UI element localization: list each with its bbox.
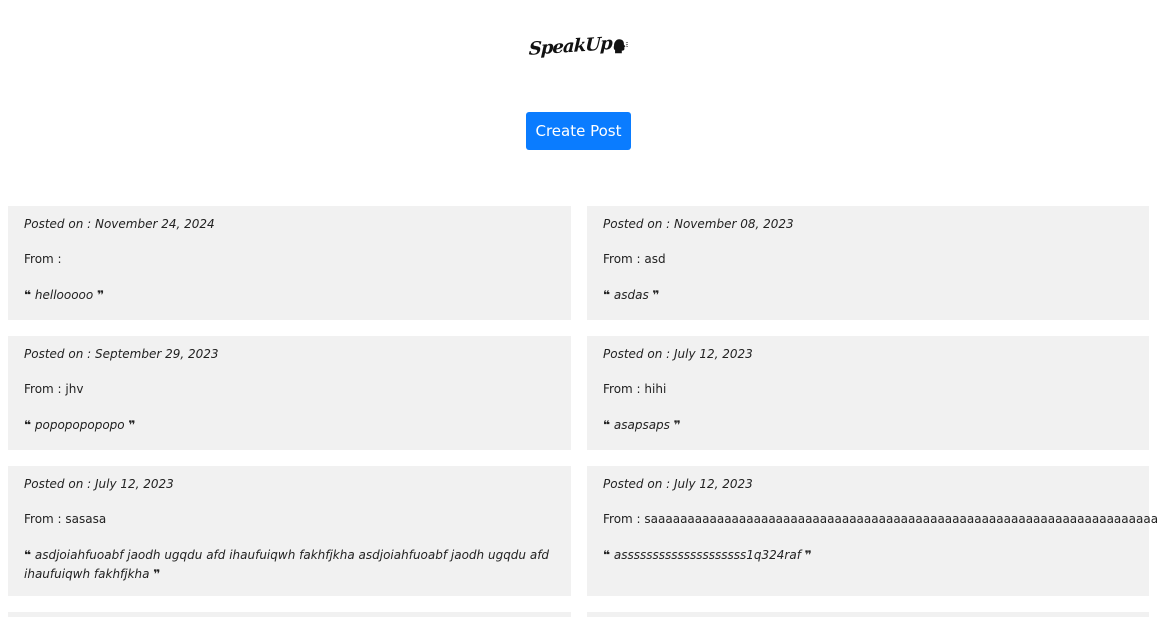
page-header: SpeakUp xyxy=(0,0,1159,100)
post-message-text: assssssssssssssssssss1q324raf xyxy=(613,548,801,562)
post-card: Posted on : September 29, 2023 From : jh… xyxy=(8,336,571,450)
post-date-value: July 12, 2023 xyxy=(94,477,174,491)
post-author-value: asd xyxy=(644,252,666,266)
post-message: ❝ popopopopopo ❞ xyxy=(24,416,555,435)
logo-wordmark: SpeakUp xyxy=(528,32,613,60)
open-quote-icon: ❝ xyxy=(24,418,32,432)
close-quote-icon: ❞ xyxy=(97,288,105,302)
post-author-value: hihi xyxy=(644,382,667,396)
post-author: From : jhv xyxy=(24,381,555,397)
from-label: From : xyxy=(603,512,645,526)
post-message: ❝ asdjoiahfuoabf jaodh ugqdu afd ihaufui… xyxy=(24,546,555,584)
open-quote-icon: ❝ xyxy=(603,288,611,302)
from-label: From : xyxy=(24,252,62,266)
post-author: From : saaaaaaaaaaaaaaaaaaaaaaaaaaaaaaaa… xyxy=(603,511,1158,527)
post-date: Posted on : November 24, 2024 xyxy=(24,216,555,232)
post-date-value: July 12, 2023 xyxy=(673,347,753,361)
close-quote-icon: ❞ xyxy=(128,418,136,432)
post-message-text: popopopopopo xyxy=(34,418,125,432)
post-date-value: November 24, 2024 xyxy=(94,217,215,231)
post-date: Posted on : July 12, 2023 xyxy=(603,476,1133,492)
post-card: Posted on : July 12, 2023 From : saaaaaa… xyxy=(587,466,1158,596)
posted-label: Posted on : xyxy=(24,217,95,231)
post-author: From : xyxy=(24,251,555,267)
close-quote-icon: ❞ xyxy=(804,548,812,562)
close-quote-icon: ❞ xyxy=(153,567,161,581)
speaking-head-icon xyxy=(614,39,629,54)
open-quote-icon: ❝ xyxy=(603,548,611,562)
post-card: Posted on : November 08, 2023 From : asd… xyxy=(587,206,1149,320)
from-label: From : xyxy=(603,382,645,396)
post-author-value: saaaaaaaaaaaaaaaaaaaaaaaaaaaaaaaaaaaaaaa… xyxy=(644,512,1159,526)
post-card: Posted on : July 12, 2023 From : hihi ❝ … xyxy=(587,336,1149,450)
post-message-text: asdas xyxy=(613,288,649,302)
close-quote-icon: ❞ xyxy=(652,288,660,302)
post-message: ❝ assssssssssssssssssss1q324raf ❞ xyxy=(603,546,1133,565)
post-author: From : hihi xyxy=(603,381,1133,397)
post-author: From : asd xyxy=(603,251,1133,267)
from-label: From : xyxy=(24,382,66,396)
post-author: From : sasasa xyxy=(24,511,555,527)
post-date: Posted on : September 29, 2023 xyxy=(24,346,555,362)
post-message-text: asapsaps xyxy=(613,418,670,432)
post-author-value: jhv xyxy=(65,382,84,396)
posted-label: Posted on : xyxy=(24,477,95,491)
post-card-partial xyxy=(8,612,571,617)
post-message-text: hellooooo xyxy=(34,288,94,302)
posted-label: Posted on : xyxy=(603,217,674,231)
posted-label: Posted on : xyxy=(603,477,674,491)
open-quote-icon: ❝ xyxy=(24,548,32,562)
post-date-value: July 12, 2023 xyxy=(673,477,753,491)
open-quote-icon: ❝ xyxy=(24,288,32,302)
open-quote-icon: ❝ xyxy=(603,418,611,432)
from-label: From : xyxy=(603,252,645,266)
post-date: Posted on : July 12, 2023 xyxy=(603,346,1133,362)
post-card: Posted on : November 24, 2024 From : ❝ h… xyxy=(8,206,571,320)
post-card: Posted on : July 12, 2023 From : sasasa … xyxy=(8,466,571,596)
post-message-text: asdjoiahfuoabf jaodh ugqdu afd ihaufuiqw… xyxy=(24,548,550,581)
create-post-button[interactable]: Create Post xyxy=(526,112,631,150)
posts-grid: Posted on : November 24, 2024 From : ❝ h… xyxy=(8,206,1158,617)
close-quote-icon: ❞ xyxy=(673,418,681,432)
post-date-value: September 29, 2023 xyxy=(94,347,219,361)
post-message: ❝ asapsaps ❞ xyxy=(603,416,1133,435)
post-date: Posted on : November 08, 2023 xyxy=(603,216,1133,232)
post-card-partial xyxy=(587,612,1149,617)
post-author-value: sasasa xyxy=(65,512,107,526)
post-date-value: November 08, 2023 xyxy=(673,217,794,231)
post-date: Posted on : July 12, 2023 xyxy=(24,476,555,492)
post-message: ❝ hellooooo ❞ xyxy=(24,286,555,305)
from-label: From : xyxy=(24,512,66,526)
posted-label: Posted on : xyxy=(24,347,95,361)
speakup-logo[interactable]: SpeakUp xyxy=(528,28,629,64)
post-message: ❝ asdas ❞ xyxy=(603,286,1133,305)
posted-label: Posted on : xyxy=(603,347,674,361)
